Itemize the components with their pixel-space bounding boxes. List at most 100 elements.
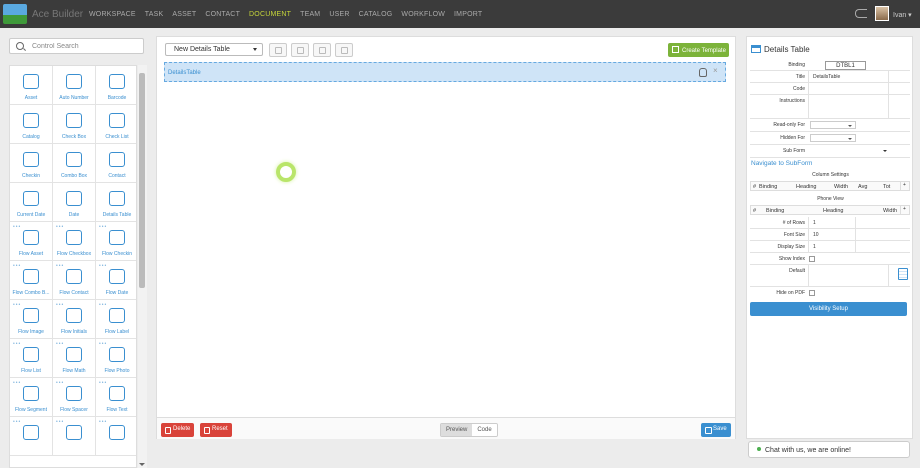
- control-item[interactable]: Asset: [10, 66, 53, 105]
- control-item[interactable]: ••• Flow Photo: [96, 339, 136, 378]
- nav-team[interactable]: TEAM: [300, 11, 320, 18]
- navigate-subform-link[interactable]: Navigate to SubForm: [751, 160, 812, 167]
- control-item[interactable]: Auto Number: [53, 66, 96, 105]
- details-table-icon: [751, 45, 761, 53]
- back-icon[interactable]: [855, 9, 867, 18]
- calculator-icon[interactable]: [898, 268, 908, 280]
- contact-icon: [109, 152, 125, 167]
- user-menu[interactable]: Ivan ▾: [893, 11, 912, 19]
- avatar[interactable]: [875, 6, 889, 21]
- control-item[interactable]: Check List: [96, 105, 136, 144]
- code-tab[interactable]: Code: [472, 424, 497, 436]
- control-item[interactable]: Checkin: [10, 144, 53, 183]
- copy-button[interactable]: [269, 43, 287, 57]
- drag-hand-icon[interactable]: [699, 68, 707, 77]
- font-size-input[interactable]: 10: [813, 232, 819, 238]
- control-item[interactable]: ••• Flow Initials: [53, 300, 96, 339]
- scrollbar-thumb[interactable]: [139, 73, 145, 288]
- display-size-input[interactable]: 1: [813, 244, 816, 250]
- divider: [888, 95, 889, 118]
- nav-task[interactable]: TASK: [145, 11, 164, 18]
- hide-pdf-checkbox[interactable]: [809, 290, 815, 296]
- control-item[interactable]: Date: [53, 183, 96, 222]
- control-item[interactable]: Current Date: [10, 183, 53, 222]
- app-logo[interactable]: [3, 4, 27, 24]
- save-button[interactable]: Save: [701, 423, 731, 437]
- readonly-select[interactable]: [810, 121, 856, 129]
- control-item[interactable]: Combo Box: [53, 144, 96, 183]
- control-item[interactable]: ••• Flow Asset: [10, 222, 53, 261]
- form-select[interactable]: New Details Table: [165, 43, 263, 56]
- control-list-scrollbar[interactable]: [138, 65, 147, 468]
- control-item[interactable]: Details Table: [96, 183, 136, 222]
- nav-catalog[interactable]: CATALOG: [359, 11, 393, 18]
- barcode-icon: [109, 74, 125, 89]
- divider: [808, 217, 809, 228]
- show-index-checkbox[interactable]: [809, 256, 815, 262]
- create-template-button[interactable]: Create Template: [668, 43, 729, 57]
- view-toggle: Preview Code: [440, 423, 498, 437]
- title-input[interactable]: DetailsTable: [813, 74, 840, 80]
- details-table-field[interactable]: DetailsTable ×: [164, 62, 726, 82]
- control-item[interactable]: ••• Flow Math: [53, 339, 96, 378]
- control-item[interactable]: Catalog: [10, 105, 53, 144]
- control-item[interactable]: ••• Flow Label: [96, 300, 136, 339]
- add-column-button[interactable]: +: [900, 206, 908, 215]
- control-label: Catalog: [22, 134, 40, 140]
- control-item[interactable]: •••: [53, 417, 96, 456]
- cut-button[interactable]: [335, 43, 353, 57]
- image-icon: [23, 308, 39, 323]
- control-label: Contact: [108, 173, 126, 179]
- control-item[interactable]: ••• Flow Date: [96, 261, 136, 300]
- control-item[interactable]: Contact: [96, 144, 136, 183]
- control-item[interactable]: Check Box: [53, 105, 96, 144]
- control-label: Barcode: [107, 95, 127, 101]
- binding-input[interactable]: DTBL1: [825, 61, 866, 70]
- nav-user[interactable]: USER: [329, 11, 349, 18]
- control-item[interactable]: •••: [96, 417, 136, 456]
- control-label: Flow Text: [106, 407, 128, 413]
- nav-contact[interactable]: CONTACT: [205, 11, 240, 18]
- flow-marker-icon: •••: [99, 224, 108, 230]
- control-item[interactable]: •••: [10, 417, 53, 456]
- preview-tab[interactable]: Preview: [441, 424, 473, 436]
- column-header: Binding: [759, 184, 778, 190]
- control-label: Flow Checkin: [101, 251, 132, 257]
- nav-asset[interactable]: ASSET: [172, 11, 196, 18]
- control-label: Check Box: [61, 134, 87, 140]
- control-item[interactable]: ••• Flow Segment: [10, 378, 53, 417]
- control-item[interactable]: ••• Flow List: [10, 339, 53, 378]
- control-item[interactable]: ••• Flow Checkin: [96, 222, 136, 261]
- add-column-button[interactable]: +: [900, 182, 908, 191]
- code-label: Code: [793, 86, 805, 92]
- nav-workspace[interactable]: WORKSPACE: [89, 11, 136, 18]
- rows-input[interactable]: 1: [813, 220, 816, 226]
- chat-widget[interactable]: Chat with us, we are online!: [748, 441, 910, 458]
- location-pin-icon: [23, 230, 39, 245]
- divider: [808, 95, 809, 118]
- scroll-down-icon[interactable]: [139, 463, 145, 466]
- flow-marker-icon: •••: [56, 263, 65, 269]
- control-item[interactable]: ••• Flow Image: [10, 300, 53, 339]
- upload-button[interactable]: [313, 43, 331, 57]
- nav-document[interactable]: DOCUMENT: [249, 11, 291, 18]
- control-item[interactable]: Barcode: [96, 66, 136, 105]
- nav-workflow[interactable]: WORKFLOW: [401, 11, 445, 18]
- nav-import[interactable]: IMPORT: [454, 11, 482, 18]
- subform-label: Sub Form: [783, 148, 805, 154]
- control-item[interactable]: ••• Flow Checkbox: [53, 222, 96, 261]
- delete-button[interactable]: Delete: [161, 423, 195, 437]
- reset-button[interactable]: Reset: [200, 423, 232, 437]
- control-item[interactable]: ••• Flow Spacer: [53, 378, 96, 417]
- download-button[interactable]: [291, 43, 309, 57]
- control-item[interactable]: ••• Flow Combo B...: [10, 261, 53, 300]
- control-item[interactable]: ••• Flow Text: [96, 378, 136, 417]
- close-icon[interactable]: ×: [713, 66, 718, 75]
- search-input[interactable]: [32, 41, 137, 51]
- column-header: #: [753, 208, 757, 214]
- online-status-icon: [757, 447, 761, 451]
- control-item[interactable]: ••• Flow Contact: [53, 261, 96, 300]
- subform-select[interactable]: [810, 147, 890, 155]
- hidden-select[interactable]: [810, 134, 856, 142]
- visibility-setup-button[interactable]: Visibility Setup: [750, 302, 907, 316]
